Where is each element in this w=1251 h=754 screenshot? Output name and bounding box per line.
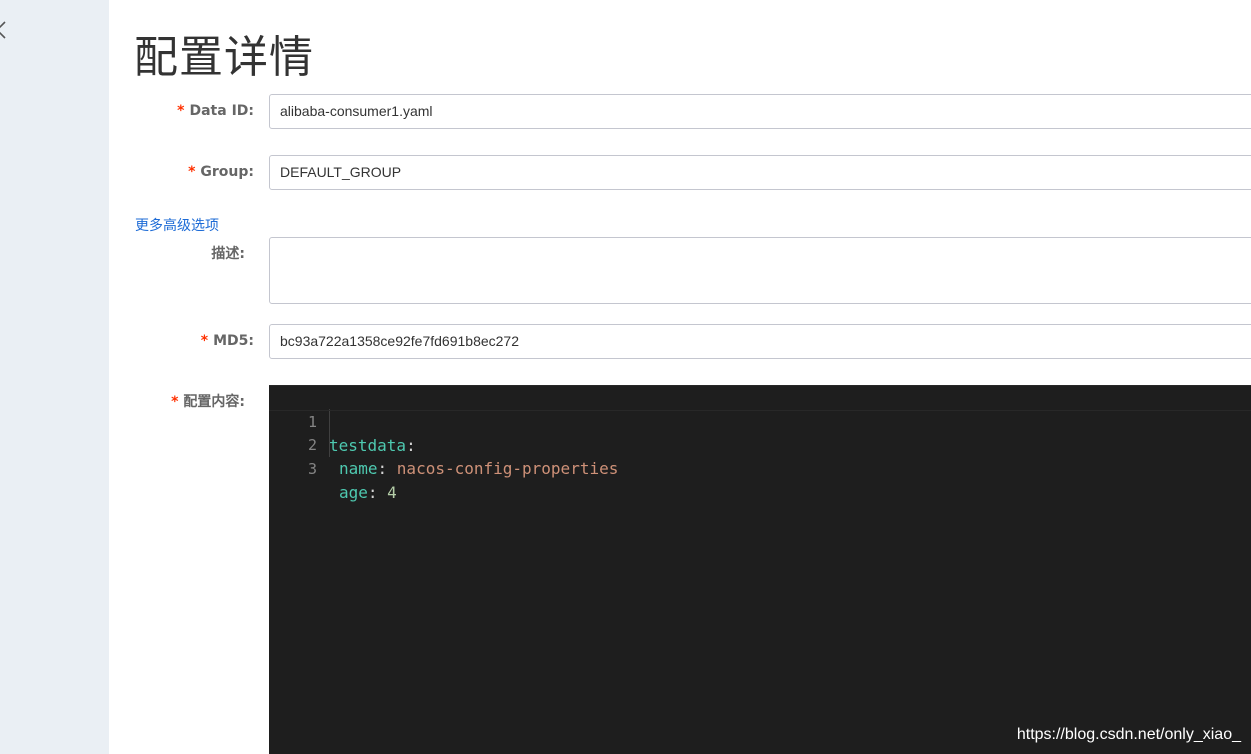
md5-label-text: MD5: [213,333,254,349]
group-label-text: Group: [200,164,254,180]
yaml-separator: : [377,459,397,478]
code-line: 1 testdata: [269,385,1251,455]
yaml-value: 4 [387,483,397,502]
line-number: 3 [307,460,317,478]
page-title: 配置详情 [134,32,314,83]
content-label: * 配置内容: [171,392,245,412]
required-mark: * [177,103,185,119]
required-mark: * [171,394,179,410]
yaml-key: age [339,483,368,502]
description-label-text: 描述: [211,246,245,262]
required-mark: * [200,333,209,349]
md5-label: * MD5: [201,331,254,351]
group-label: * Group: [188,162,254,182]
data-id-label-text: Data ID: [189,103,254,119]
md5-field[interactable]: bc93a722a1358ce92fe7fd691b8ec272 [269,324,1251,359]
code-line: 3 age: 4 [269,433,1251,502]
description-field[interactable] [269,237,1251,304]
content-label-text: 配置内容: [183,394,245,410]
code-text: age: 4 [339,481,397,505]
data-id-label: * Data ID: [177,101,254,121]
group-field[interactable]: DEFAULT_GROUP [269,155,1251,190]
code-line: 2 name: nacos-config-properties [269,409,1251,478]
data-id-field[interactable]: alibaba-consumer1.yaml [269,94,1251,129]
code-editor[interactable]: 1 testdata: 2 name: nacos-config-propert… [269,385,1251,754]
code-text: name: nacos-config-properties [339,457,618,481]
yaml-key: name [339,459,378,478]
chevron-left-icon[interactable] [0,20,8,40]
sidebar [0,0,109,754]
yaml-value: nacos-config-properties [396,459,619,478]
watermark: https://blog.csdn.net/only_xiao_ [1016,726,1241,743]
required-mark: * [188,164,196,180]
advanced-options-link[interactable]: 更多高级选项 [135,216,219,236]
yaml-separator: : [367,483,388,502]
description-label: 描述: [211,244,245,264]
